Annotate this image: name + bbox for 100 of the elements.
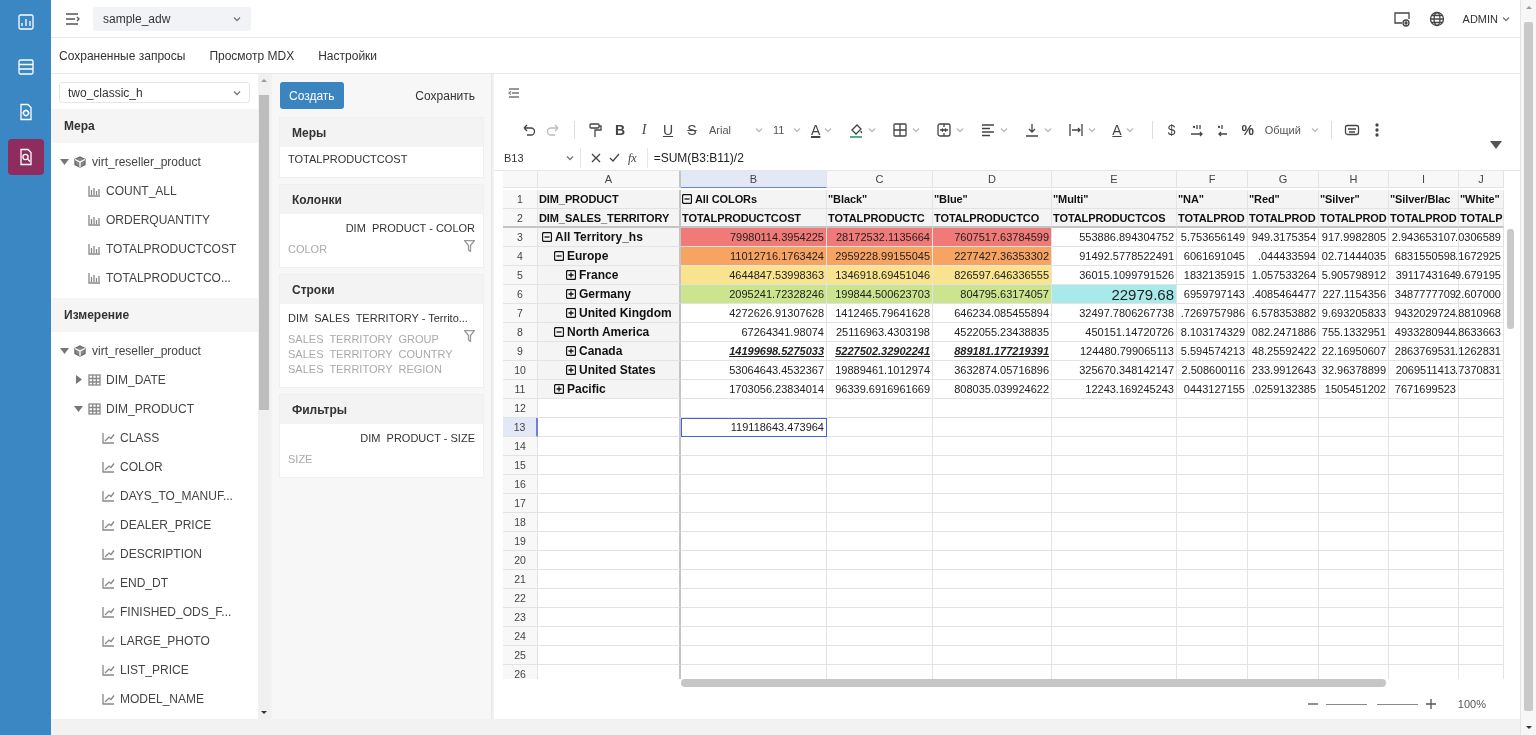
tree-item[interactable]: MODEL_NAME bbox=[120, 691, 205, 706]
nav-tab[interactable]: Настройки bbox=[318, 48, 378, 63]
globe-icon[interactable] bbox=[1428, 10, 1445, 27]
collapse-box-icon[interactable] bbox=[554, 251, 564, 261]
zoom-in-icon[interactable] bbox=[1425, 699, 1436, 709]
toolbar-button[interactable]: U bbox=[657, 118, 679, 142]
toolbar-select[interactable]: Arial bbox=[705, 118, 767, 142]
tree-item[interactable]: LIST_PRICE bbox=[120, 662, 189, 677]
filter-icon[interactable] bbox=[464, 240, 475, 252]
expand-box-icon[interactable] bbox=[566, 270, 576, 280]
database-select[interactable]: sample_adw bbox=[93, 6, 251, 31]
row-number[interactable]: 4 bbox=[503, 247, 538, 266]
expand-box-icon[interactable] bbox=[566, 346, 576, 356]
confirm-icon[interactable] bbox=[609, 153, 620, 163]
expand-box-icon[interactable] bbox=[566, 365, 576, 375]
collapse-triangle-icon[interactable] bbox=[60, 346, 69, 355]
row-number[interactable]: 21 bbox=[503, 570, 538, 589]
row-number[interactable]: 7 bbox=[503, 304, 538, 323]
tree-item[interactable]: CLASS bbox=[120, 430, 160, 445]
row-number[interactable]: 3 bbox=[503, 228, 538, 247]
expand-box-icon[interactable] bbox=[554, 384, 564, 394]
tree-item[interactable]: ORDERQUANTITY bbox=[106, 212, 210, 227]
tree-item[interactable]: LARGE_PHOTO bbox=[120, 633, 210, 648]
user-menu[interactable]: ADMIN bbox=[1462, 12, 1510, 25]
row-number[interactable]: 14 bbox=[503, 437, 538, 456]
formula-field[interactable]: =SUM(B3:B11)/2 bbox=[647, 151, 1520, 165]
row-number[interactable]: 12 bbox=[503, 399, 538, 418]
column-header[interactable]: B bbox=[681, 171, 827, 188]
column-header[interactable]: H bbox=[1319, 171, 1389, 188]
toolbar-select[interactable]: 11 bbox=[769, 118, 805, 142]
nav-tab[interactable]: Сохраненные запросы bbox=[59, 48, 186, 63]
scroll-down-icon[interactable] bbox=[1524, 725, 1533, 731]
save-button[interactable]: Сохранить bbox=[415, 88, 483, 103]
toolbar-button[interactable]: % bbox=[1236, 118, 1259, 142]
toolbar-button[interactable]: I bbox=[633, 118, 655, 142]
row-number[interactable]: 19 bbox=[503, 532, 538, 551]
row-number[interactable]: 16 bbox=[503, 475, 538, 494]
row-number[interactable]: 2 bbox=[503, 209, 538, 228]
row-number[interactable]: 15 bbox=[503, 456, 538, 475]
create-button[interactable]: Создать bbox=[280, 82, 344, 109]
collapse-box-icon[interactable] bbox=[682, 194, 692, 204]
collapse-triangle-icon[interactable] bbox=[74, 404, 83, 413]
toolbar-button[interactable]: S bbox=[681, 118, 703, 142]
tree-item[interactable]: FINISHED_ODS_F... bbox=[120, 604, 232, 619]
row-number[interactable]: 24 bbox=[503, 627, 538, 646]
row-number[interactable]: 5 bbox=[503, 266, 538, 285]
row-number[interactable]: 1 bbox=[503, 190, 538, 209]
function-label[interactable]: fx bbox=[628, 150, 637, 166]
column-header[interactable]: D bbox=[933, 171, 1052, 188]
column-header[interactable]: I bbox=[1389, 171, 1459, 188]
row-number[interactable]: 6 bbox=[503, 285, 538, 304]
collapse-box-icon[interactable] bbox=[554, 327, 564, 337]
row-number[interactable]: 13 bbox=[503, 418, 538, 437]
toolbar-button[interactable]: $ bbox=[1160, 118, 1183, 142]
row-number[interactable]: 8 bbox=[503, 323, 538, 342]
row-number[interactable]: 20 bbox=[503, 551, 538, 570]
tree-item[interactable]: DAYS_TO_MANUF... bbox=[120, 488, 233, 503]
row-number[interactable]: 18 bbox=[503, 513, 538, 532]
row-number[interactable]: 17 bbox=[503, 494, 538, 513]
collapse-triangle-icon[interactable] bbox=[60, 157, 69, 166]
column-header[interactable]: F bbox=[1177, 171, 1248, 188]
monitor-gear-icon[interactable] bbox=[1392, 10, 1411, 27]
toolbar-button[interactable]: A bbox=[1108, 118, 1138, 142]
toolbar-button[interactable]: A bbox=[807, 118, 837, 142]
tree-item[interactable]: DESCRIPTION bbox=[120, 546, 202, 561]
expand-formula-icon[interactable] bbox=[1490, 141, 1502, 149]
expand-triangle-icon[interactable] bbox=[74, 375, 83, 384]
tree-item[interactable]: END_DT bbox=[120, 575, 168, 590]
toolbar-select[interactable]: Общий bbox=[1260, 118, 1323, 142]
row-number[interactable]: 9 bbox=[503, 342, 538, 361]
scrollbar-thumb[interactable] bbox=[681, 679, 1386, 687]
row-number[interactable]: 25 bbox=[503, 646, 538, 665]
tree-item[interactable]: DIM_PRODUCT bbox=[106, 401, 194, 416]
tree-item[interactable]: DEALER_PRICE bbox=[120, 517, 212, 532]
cell-reference-field[interactable]: B13 bbox=[494, 148, 581, 168]
collapse-box-icon[interactable] bbox=[542, 232, 552, 242]
tree-item[interactable]: DIM_DATE bbox=[106, 372, 166, 387]
row-number[interactable]: 22 bbox=[503, 589, 538, 608]
scroll-up-icon[interactable] bbox=[260, 77, 268, 83]
scroll-up-icon[interactable] bbox=[1524, 4, 1533, 10]
expand-box-icon[interactable] bbox=[566, 289, 576, 299]
expand-box-icon[interactable] bbox=[566, 308, 576, 318]
scrollbar-thumb[interactable] bbox=[259, 95, 269, 410]
filter-icon[interactable] bbox=[464, 330, 475, 342]
tree-item[interactable]: virt_reseller_product bbox=[92, 343, 201, 358]
tree-item[interactable]: TOTALPRODUCTCO... bbox=[106, 270, 231, 285]
document-search-button[interactable] bbox=[7, 139, 44, 175]
cube-select[interactable]: two_classic_h bbox=[59, 82, 250, 103]
tree-item[interactable]: COLOR bbox=[120, 459, 163, 474]
scrollbar-thumb[interactable] bbox=[1524, 22, 1533, 711]
row-number[interactable]: 26 bbox=[503, 665, 538, 679]
tree-item[interactable]: TOTALPRODUCTCOST bbox=[106, 241, 237, 256]
nav-tab[interactable]: Просмотр MDX bbox=[209, 48, 295, 63]
menu-icon[interactable] bbox=[65, 11, 81, 26]
column-header[interactable]: C bbox=[827, 171, 933, 188]
scroll-down-icon[interactable] bbox=[260, 710, 268, 716]
column-header[interactable]: G bbox=[1248, 171, 1319, 188]
row-number[interactable]: 11 bbox=[503, 380, 538, 399]
column-header[interactable]: E bbox=[1052, 171, 1177, 188]
tree-item[interactable]: COUNT_ALL bbox=[106, 183, 177, 198]
